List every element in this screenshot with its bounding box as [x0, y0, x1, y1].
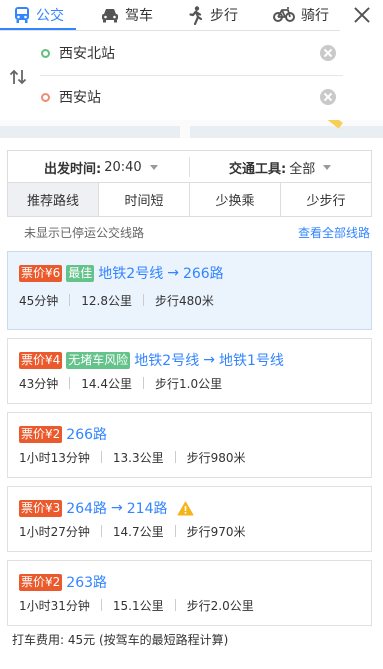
view-all-routes-link[interactable]: 查看全部线路 — [298, 224, 370, 241]
route-segment: 266路 — [66, 427, 108, 443]
route-segment: 263路 — [66, 575, 108, 591]
route-distance: 12.8公里 — [81, 293, 133, 308]
bus-icon — [15, 7, 29, 23]
mode-tab-car[interactable]: 驾车 — [101, 0, 153, 30]
origin-dot-icon — [41, 48, 50, 58]
origin-field[interactable]: 西安北站 — [40, 33, 343, 73]
mode-label: 公交 — [36, 8, 64, 24]
destination-dot-icon — [41, 92, 50, 102]
route-duration: 43分钟 — [19, 376, 59, 391]
arrow-icon: → — [111, 500, 123, 516]
route-duration: 1小时31分钟 — [19, 598, 90, 613]
route-distance: 14.4公里 — [81, 376, 133, 391]
travel-mode-bar: 公交 驾车 步行 骑行 — [0, 0, 383, 30]
route-duration: 1小时13分钟 — [19, 450, 90, 465]
route-card[interactable]: 票价¥4 无堵车风险 地铁2号线 → 地铁1号线 43分钟 14.4公里 步行1… — [7, 338, 372, 404]
depart-value: 20:40 — [104, 159, 142, 175]
route-walk: 步行480米 — [155, 293, 214, 308]
route-card[interactable]: 票价¥2 266路 1小时13分钟 13.3公里 步行980米 — [7, 412, 372, 478]
route-distance: 14.7公里 — [112, 524, 164, 539]
route-segment: 266路 — [182, 266, 224, 282]
route-segment: 地铁1号线 — [218, 353, 284, 369]
route-distance: 15.1公里 — [112, 598, 164, 613]
chevron-down-icon — [149, 164, 158, 170]
warning-icon — [177, 501, 194, 515]
notice-text: 未显示已停运公交线路 — [24, 225, 145, 240]
route-walk: 步行970米 — [186, 524, 246, 539]
tab-recommended[interactable]: 推荐路线 — [8, 183, 98, 216]
mode-label: 驾车 — [125, 8, 153, 24]
bike-icon — [273, 7, 295, 22]
tab-fewest-transfers[interactable]: 少换乘 — [189, 183, 280, 216]
mode-label: 步行 — [210, 8, 238, 24]
mode-tab-bus[interactable]: 公交 — [14, 0, 64, 30]
taxi-fare-text: 打车费用: 45元 (按驾车的最短路程计算) — [12, 633, 229, 647]
filter-row: 出发时间: 20:40 交通工具: 全部 — [8, 151, 371, 183]
route-segment: 地铁2号线 — [98, 266, 164, 282]
route-distance: 13.3公里 — [112, 450, 164, 465]
mode-tab-walk[interactable]: 步行 — [188, 0, 238, 30]
route-card[interactable]: 票价¥3 264路 → 214路 1小时27分钟 14.7公里 步行970米 — [7, 486, 372, 552]
clear-destination-button[interactable] — [320, 89, 336, 105]
arrow-icon: → — [167, 265, 179, 281]
swap-icon[interactable] — [8, 67, 28, 87]
depart-label: 出发时间: — [44, 161, 102, 177]
divider — [40, 75, 343, 76]
price-tag: 票价¥2 — [19, 425, 63, 443]
depart-time-dropdown[interactable]: 出发时间: 20:40 — [44, 151, 158, 183]
route-segment: 地铁2号线 — [134, 353, 200, 369]
arrow-icon: → — [203, 352, 215, 368]
route-segment: 264路 — [66, 501, 108, 517]
car-icon — [102, 9, 118, 23]
route-search-panel: 公交 驾车 步行 骑行 西安北站 西安站 — [0, 0, 383, 120]
clear-origin-button[interactable] — [320, 45, 336, 61]
close-button[interactable] — [351, 4, 373, 26]
divider — [0, 30, 340, 31]
route-filter: 出发时间: 20:40 交通工具: 全部 推荐路线 时间短 少换乘 少步行 — [7, 150, 372, 217]
route-card[interactable]: 票价¥2 263路 1小时31分钟 15.1公里 步行2.0公里 — [7, 560, 372, 626]
route-walk: 步行2.0公里 — [186, 598, 254, 613]
tool-label: 交通工具: — [229, 161, 287, 177]
route-duration: 45分钟 — [19, 293, 59, 308]
price-tag: 票价¥3 — [19, 499, 63, 517]
notice-row: 未显示已停运公交线路 查看全部线路 — [7, 220, 372, 244]
route-card[interactable]: 票价¥6 最佳 地铁2号线 → 266路 45分钟 12.8公里 步行480米 — [7, 251, 372, 330]
destination-value: 西安站 — [59, 90, 101, 106]
mode-tab-bike[interactable]: 骑行 — [273, 0, 329, 30]
walk-icon — [189, 5, 203, 25]
no-congestion-badge: 无堵车风险 — [66, 351, 131, 369]
tab-shortest-time[interactable]: 时间短 — [98, 183, 189, 216]
best-badge: 最佳 — [66, 264, 95, 282]
route-results: 出发时间: 20:40 交通工具: 全部 推荐路线 时间短 少换乘 少步行 未显… — [0, 138, 383, 669]
price-tag: 票价¥4 — [19, 351, 63, 369]
tab-least-walking[interactable]: 少步行 — [280, 183, 371, 216]
mode-label: 骑行 — [301, 8, 329, 24]
route-walk: 步行1.0公里 — [155, 376, 223, 391]
route-segment: 214路 — [126, 501, 168, 517]
sort-tabs: 推荐路线 时间短 少换乘 少步行 — [8, 183, 371, 216]
route-duration: 1小时27分钟 — [19, 524, 90, 539]
destination-field[interactable]: 西安站 — [40, 77, 343, 117]
origin-value: 西安北站 — [59, 46, 115, 62]
route-walk: 步行980米 — [186, 450, 246, 465]
price-tag: 票价¥6 — [19, 264, 63, 282]
chevron-down-icon — [323, 164, 332, 170]
price-tag: 票价¥2 — [19, 573, 63, 591]
transport-type-dropdown[interactable]: 交通工具: 全部 — [229, 151, 332, 183]
tool-value: 全部 — [289, 161, 316, 177]
